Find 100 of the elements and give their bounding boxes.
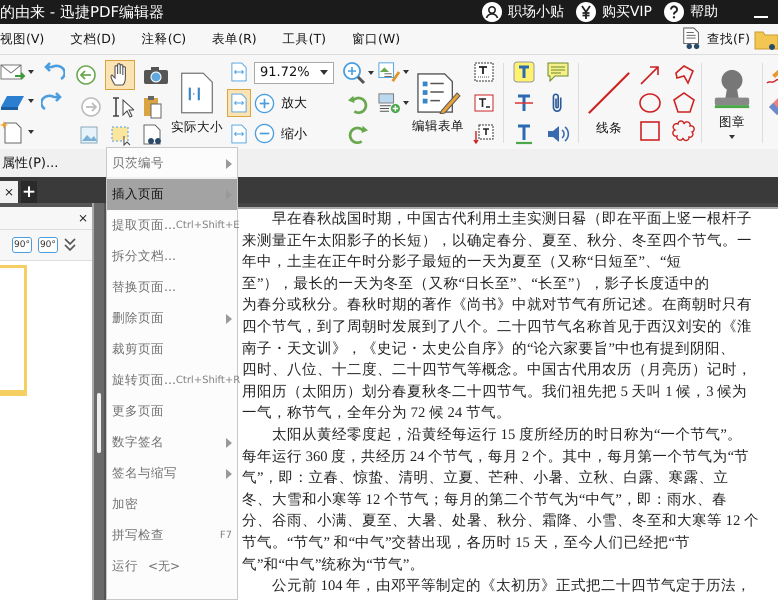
document-tab[interactable]: × bbox=[0, 181, 18, 203]
caret-icon[interactable] bbox=[403, 100, 409, 105]
caret-icon[interactable] bbox=[320, 70, 328, 76]
text-line: 早在春秋战国时期，中国古代利用土圭实测日晷（即在平面上竖一根杆子 bbox=[271, 210, 753, 229]
cloud-shape-icon[interactable] bbox=[672, 119, 696, 143]
caret-icon[interactable] bbox=[28, 130, 34, 134]
camera-icon[interactable] bbox=[143, 64, 169, 85]
circle-icon[interactable] bbox=[638, 91, 662, 115]
menu-item[interactable]: 注释(C) bbox=[128, 30, 200, 48]
clipboard-icon[interactable] bbox=[142, 94, 164, 119]
caret-icon[interactable] bbox=[28, 98, 34, 103]
edit-form-button[interactable]: 编辑表单 bbox=[408, 57, 468, 149]
menu-item[interactable]: 插入页面 bbox=[107, 179, 237, 210]
caret-icon[interactable] bbox=[28, 70, 34, 74]
menu-item[interactable]: 表单(R) bbox=[199, 30, 270, 48]
plus-icon bbox=[254, 92, 275, 114]
menu-item[interactable]: 替换页面... bbox=[107, 272, 237, 303]
text-line: 南子・天文训》，《史记・太史公自序》的“论六家要旨”中也有提到阴阳、 bbox=[242, 340, 736, 359]
new-tab-button[interactable]: + bbox=[21, 181, 37, 203]
menu-item[interactable]: 签名与缩写 bbox=[107, 458, 237, 489]
menu-item[interactable]: 运行 <无> bbox=[107, 551, 237, 582]
zoom-field[interactable]: 91.72% bbox=[254, 62, 334, 84]
menu-item[interactable]: 更多页面 bbox=[107, 396, 237, 427]
hand-tool-button[interactable] bbox=[105, 60, 135, 90]
menu-item[interactable]: 视图(V) bbox=[0, 30, 58, 48]
scroll-thumb[interactable] bbox=[97, 393, 101, 453]
window-title: 的由来 - 迅捷PDF编辑器 bbox=[0, 2, 164, 22]
menu-item[interactable]: 拼写检查 F7 bbox=[107, 520, 237, 551]
zoom-in-button[interactable]: 放大 bbox=[254, 92, 307, 114]
text-box-icon[interactable] bbox=[473, 92, 495, 114]
pentagon-icon[interactable] bbox=[672, 91, 696, 115]
page-thumbnail[interactable] bbox=[0, 265, 27, 396]
fit-page-button[interactable] bbox=[227, 88, 251, 117]
menu-item[interactable]: 贝茨编号 bbox=[107, 148, 237, 179]
text-highlight-icon[interactable] bbox=[513, 61, 535, 84]
menu-item[interactable]: 数字签名 bbox=[107, 427, 237, 458]
text-line: 冬、大雪和小寒等 12 个节气；每月的第二个节气为“中气”，即：雨水、春 bbox=[242, 490, 728, 510]
line-tool-button[interactable]: 线条 bbox=[582, 57, 636, 149]
text-strikethrough-icon[interactable] bbox=[513, 92, 535, 114]
note-frame-icon[interactable] bbox=[109, 124, 133, 146]
text-line: 气”，即：立春、惊蛰、清明、立夏、芒种、小暑、立秋、白露、寒露、立 bbox=[242, 468, 730, 488]
rotate-page-button[interactable]: 90° bbox=[12, 237, 32, 253]
menu-item[interactable]: 删除页面 bbox=[107, 303, 237, 334]
text-arrow-icon[interactable] bbox=[473, 122, 495, 145]
rotate-right-icon[interactable] bbox=[347, 123, 369, 145]
menu-item[interactable]: 工具(T) bbox=[270, 30, 340, 48]
close-tab-button[interactable]: × bbox=[4, 185, 14, 199]
header-link[interactable]: 职场小贴 bbox=[482, 2, 564, 22]
properties-button[interactable]: 属性(P)... bbox=[0, 154, 58, 172]
menu-item[interactable]: 拆分文档... bbox=[107, 241, 237, 272]
caret-icon[interactable] bbox=[368, 71, 374, 75]
zoom-out-button[interactable]: 缩小 bbox=[254, 123, 307, 144]
menu-item[interactable]: 裁剪页面 bbox=[107, 334, 237, 365]
menu-item[interactable]: 文档(D) bbox=[57, 30, 129, 48]
minus-icon bbox=[254, 123, 275, 144]
caret-icon[interactable] bbox=[403, 70, 409, 74]
text-line: 节气。“节气” 和“中气”交替出现，各历时 15 天，至今人们已经把“节 bbox=[242, 534, 691, 553]
close-panel-button[interactable]: × bbox=[78, 211, 88, 225]
text-line: 用阳历（太阳历）划分春夏秋冬二十四节气。我们祖先把 5 天叫 1 候，3 候为 bbox=[242, 382, 748, 402]
text-line: 每年运行 360 度，共经历 24 个节气，每月 2 个。其中，每月第一个节气为“节 bbox=[242, 448, 750, 467]
text-line: 至”），最长的一天为冬至（又称“日长至”、“长至”），影子长度适中的 bbox=[242, 274, 710, 294]
text-line: 分、谷雨、小满、夏至、大暑、处暑、秋分、霜降、小雪、冬至和大寒等 12 个 bbox=[242, 512, 760, 532]
menu-item[interactable]: 加密 bbox=[107, 489, 237, 520]
text-line: 气”和“中气”统称为“节气”。 bbox=[242, 556, 426, 574]
menu-item[interactable]: 提取页面...Ctrl+Shift+E bbox=[107, 210, 237, 241]
caret-icon[interactable] bbox=[729, 134, 735, 138]
header-link[interactable]: 帮助 bbox=[664, 2, 718, 22]
text-select-icon[interactable] bbox=[110, 96, 134, 118]
rotate-left-icon[interactable] bbox=[347, 93, 369, 115]
text-field-icon[interactable] bbox=[473, 61, 495, 84]
zoom-icon[interactable] bbox=[342, 61, 366, 85]
fit-page-icon bbox=[231, 124, 247, 144]
speaker-icon[interactable] bbox=[546, 123, 570, 145]
text-line: 来测量正午太阳影子的长短），以确定春分、夏至、秋分、冬至四个节气。一 bbox=[242, 232, 753, 251]
menu-item[interactable]: 窗口(W) bbox=[339, 30, 414, 48]
text-line: 为春分或秋分。春秋时期的著作《尚书》中就对节气有所记述。在商朝时只有 bbox=[242, 296, 753, 316]
note-icon[interactable] bbox=[546, 61, 570, 83]
text-line: 一气，称节气，全年分为 72 候 24 节气。 bbox=[242, 404, 512, 424]
text-line: 四时、八位、十二度、二十四节气等概念。中国古代用农历（月亮历）记时， bbox=[242, 360, 753, 380]
fit-page-icon bbox=[231, 92, 247, 113]
find-button[interactable]: 查找(F) bbox=[681, 27, 750, 51]
mail-icon[interactable] bbox=[0, 62, 26, 82]
line-icon bbox=[586, 70, 632, 116]
text-line: 公元前 104 年，由邓平等制定的《太初历》正式把二十四节气定于历法， bbox=[271, 576, 752, 596]
text-line: 太阳从黄经零度起，沿黄经每运行 15 度所经历的时日称为“一个节气”。 bbox=[271, 426, 743, 445]
text-line: 四个节气，到了周朝时发展到了八个。二十四节气名称首见于西汉刘安的《淮 bbox=[242, 318, 753, 337]
arrow-icon[interactable] bbox=[638, 63, 662, 87]
header-link[interactable]: 购买VIP bbox=[576, 2, 652, 22]
actual-size-button[interactable]: 实际大小 bbox=[170, 57, 224, 149]
square-icon[interactable] bbox=[638, 119, 662, 143]
add-image-text-icon[interactable] bbox=[377, 92, 401, 114]
polygon-icon[interactable] bbox=[672, 63, 696, 87]
text-underline-icon[interactable] bbox=[513, 122, 535, 145]
text-line: 年中，土圭在正午时分影子最短的一天为夏至（又称“日短至”、“短 bbox=[242, 253, 682, 272]
actual-size-icon bbox=[179, 70, 215, 114]
fit-page-icon bbox=[231, 62, 247, 82]
stamp-button[interactable]: 图章 bbox=[705, 57, 759, 149]
form-pencil-icon bbox=[415, 72, 461, 114]
rotate-page-button[interactable]: 90° bbox=[38, 237, 58, 253]
double-chevron-icon[interactable] bbox=[64, 238, 76, 252]
